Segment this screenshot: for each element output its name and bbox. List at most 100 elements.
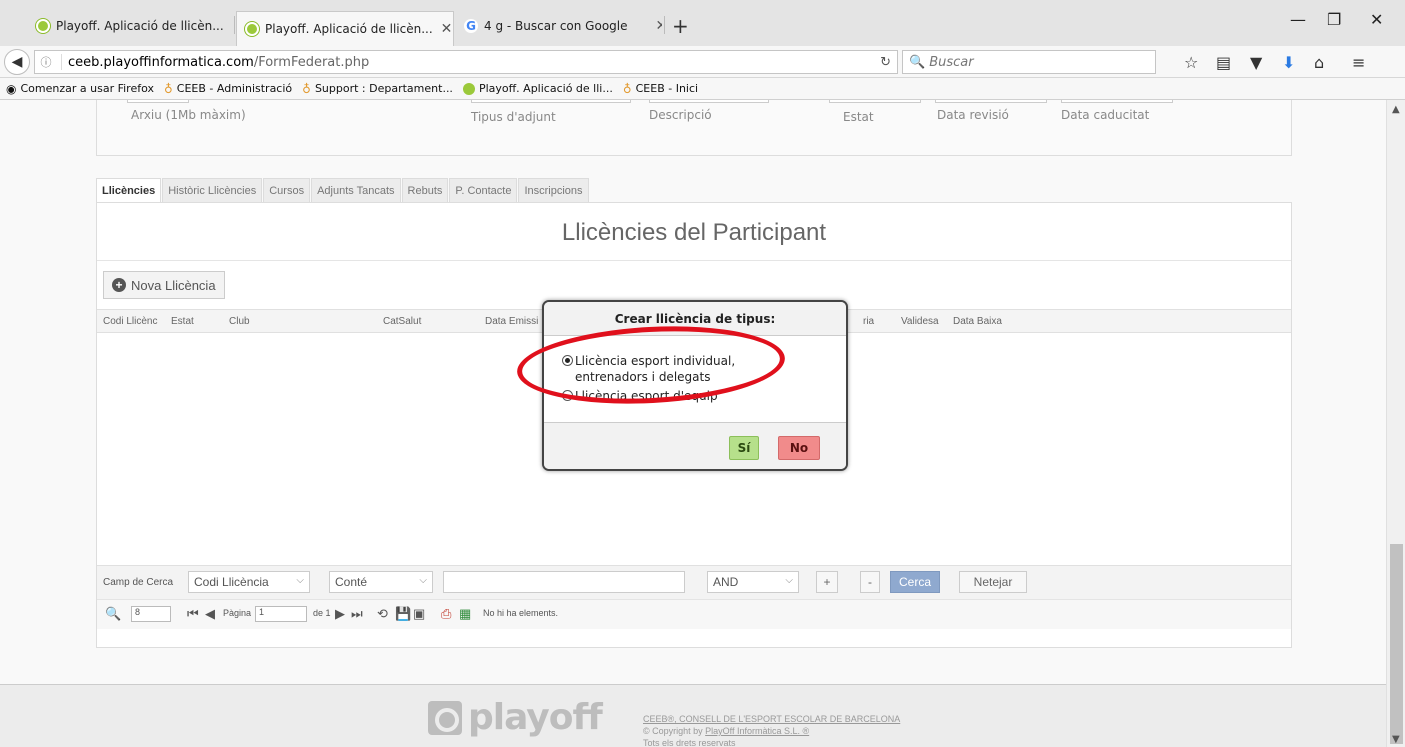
page-number-input[interactable]: 1 <box>255 606 307 622</box>
browser-tab-3[interactable]: G 4 g - Buscar con Google ✕ <box>456 13 662 39</box>
playoff-icon <box>245 22 259 36</box>
bookmark-item[interactable]: ◉ Comenzar a usar Firefox <box>6 82 154 96</box>
bookmarks-bar: ◉ Comenzar a usar Firefox ♁ CEEB - Adminis… <box>0 78 1405 100</box>
chevron-down-icon: ⌵ <box>419 575 427 586</box>
search-button[interactable]: Cerca <box>890 571 940 593</box>
search-input[interactable]: 🔍 Buscar <box>902 50 1156 74</box>
radio-unchecked[interactable] <box>562 390 573 401</box>
url-bar[interactable]: ⓘ ceeb.playoffinformatica.com /FormFeder… <box>34 50 898 74</box>
playoff-logo-icon <box>428 700 462 735</box>
next-page-icon[interactable]: ▶ <box>335 606 345 622</box>
column-header[interactable]: Validesa <box>901 316 939 327</box>
search-operator-select[interactable]: Conté ⌵ <box>329 571 433 593</box>
delete-save-icon[interactable]: ▣ <box>413 606 425 622</box>
bookmark-item[interactable]: ♁ CEEB - Administració <box>164 82 292 96</box>
close-icon[interactable]: ✕ <box>656 18 663 34</box>
footer-playoff-link[interactable]: PlayOff Informàtica S.L. ® <box>705 726 809 736</box>
search-field-select[interactable]: Codi Llicència ⌵ <box>188 571 310 593</box>
bookmark-item[interactable]: ♁ CEEB - Inici <box>623 82 698 96</box>
playoff-icon <box>36 19 50 33</box>
new-tab-icon[interactable]: + <box>672 14 689 38</box>
column-header[interactable]: CatSalut <box>383 316 421 327</box>
pager-status: No hi ha elements. <box>483 608 559 618</box>
scroll-thumb[interactable] <box>1390 544 1403 744</box>
prev-page-icon[interactable]: ◀ <box>205 606 215 622</box>
search-value-input[interactable] <box>443 571 685 593</box>
page-content: Arxiu (1Mb màxim) Tipus d'adjunt Descrip… <box>0 100 1386 747</box>
flame-icon: ♁ <box>302 81 311 96</box>
status-label: Estat <box>843 110 874 124</box>
info-icon[interactable]: ⓘ <box>37 54 55 70</box>
review-date-field[interactable] <box>935 100 1047 103</box>
footer-ceeb-link[interactable]: CEEB®, CONSELL DE L'ESPORT ESCOLAR DE BA… <box>643 713 900 725</box>
column-header[interactable]: Estat <box>171 316 194 327</box>
radio-checked[interactable] <box>562 355 573 366</box>
last-page-icon[interactable]: ⏭ <box>351 606 363 622</box>
tab-licences[interactable]: Llicències <box>96 178 162 202</box>
scroll-up-icon[interactable]: ▲ <box>1392 104 1400 115</box>
browser-tab-1[interactable]: Playoff. Aplicació de llicèn... ✕ <box>28 13 232 39</box>
close-icon[interactable]: ✕ <box>441 21 453 37</box>
window-close-icon[interactable]: ✕ <box>1370 10 1383 29</box>
search-icon[interactable]: 🔍 <box>105 606 121 622</box>
tab-closed-attachments[interactable]: Adjunts Tancats <box>311 178 401 202</box>
no-button[interactable]: No <box>778 436 820 460</box>
search-field-label: Camp de Cerca <box>103 577 174 588</box>
new-licence-button[interactable]: + Nova Llicència <box>103 271 225 299</box>
column-header[interactable]: Data Emissi <box>485 316 538 327</box>
pager: 🔍 8 ⏮ ◀ Pàgina 1 de 1 ▶ ⏭ ⟲ 💾 ▣ ⎙ ▦ No h… <box>97 599 1291 629</box>
description-field[interactable] <box>649 100 769 103</box>
refresh-icon[interactable]: ⟲ <box>377 606 388 622</box>
save-icon[interactable]: 💾 <box>395 606 411 622</box>
excel-icon[interactable]: ▦ <box>459 606 471 622</box>
minimize-icon[interactable]: — <box>1290 10 1306 29</box>
tab-registrations[interactable]: Inscripcions <box>518 178 589 202</box>
reload-icon[interactable]: ↻ <box>880 55 891 70</box>
browser-tab-2[interactable]: Playoff. Aplicació de llicèn... ✕ <box>236 11 454 46</box>
page-scrollbar[interactable]: ▲ ▼ <box>1386 100 1405 747</box>
file-field[interactable] <box>127 100 189 103</box>
bookmark-star-icon[interactable]: ☆ <box>1184 53 1198 72</box>
expiry-date-field[interactable] <box>1061 100 1173 103</box>
column-header[interactable]: Codi Llicènc <box>103 316 157 327</box>
participant-tabs: Llicències Històric Llicències Cursos Ad… <box>96 178 590 202</box>
page-total: de 1 <box>313 608 331 618</box>
clear-button[interactable]: Netejar <box>959 571 1027 593</box>
page-size-select[interactable]: 8 <box>131 606 171 622</box>
pocket-icon[interactable]: ▼ <box>1250 53 1262 72</box>
tab-licence-history[interactable]: Històric Llicències <box>162 178 263 202</box>
first-page-icon[interactable]: ⏮ <box>187 606 199 622</box>
add-condition-button[interactable]: + <box>816 571 838 593</box>
pdf-icon[interactable]: ⎙ <box>441 606 451 622</box>
column-header[interactable]: ria <box>863 316 874 327</box>
url-host: ceeb.playoffinformatica.com <box>68 54 254 70</box>
tab-receipts[interactable]: Rebuts <box>401 178 449 202</box>
page-footer: playoff CEEB®, CONSELL DE L'ESPORT ESCOL… <box>0 685 1386 747</box>
yes-button[interactable]: Sí <box>729 436 759 460</box>
bookmark-item[interactable]: ♁ Support : Departament... <box>302 82 453 96</box>
dialog-body: Llicència esport individual, entrenadors… <box>544 336 846 422</box>
firefox-icon: ◉ <box>6 81 17 96</box>
back-arrow-icon[interactable]: ◀ <box>4 49 30 75</box>
search-logic-select[interactable]: AND ⌵ <box>707 571 799 593</box>
scroll-down-icon[interactable]: ▼ <box>1392 734 1400 745</box>
restore-icon[interactable]: ❐ <box>1327 10 1341 29</box>
attach-type-select[interactable] <box>471 100 631 103</box>
reading-list-icon[interactable]: ▤ <box>1216 53 1231 72</box>
remove-condition-button[interactable]: - <box>860 571 880 593</box>
download-icon[interactable]: ⬇ <box>1282 53 1295 72</box>
tab-contact[interactable]: P. Contacte <box>449 178 518 202</box>
bookmark-item[interactable]: Playoff. Aplicació de lli... <box>462 82 613 95</box>
team-licence-option[interactable]: Llicència esport d'equip <box>562 388 718 404</box>
home-icon[interactable]: ⌂ <box>1314 53 1324 72</box>
tab-courses[interactable]: Cursos <box>263 178 311 202</box>
status-select[interactable] <box>829 100 921 103</box>
browser-tab-bar: Playoff. Aplicació de llicèn... ✕ Playof… <box>0 0 1405 46</box>
tab-title: Playoff. Aplicació de llicèn... <box>265 22 433 36</box>
menu-icon[interactable]: ≡ <box>1352 53 1365 72</box>
individual-licence-option[interactable]: Llicència esport individual, entrenadors… <box>562 353 782 385</box>
playoff-logo: playoff <box>428 697 603 738</box>
column-header[interactable]: Club <box>229 316 250 327</box>
create-licence-dialog: Crear llicència de tipus: Llicència espo… <box>542 300 848 471</box>
column-header[interactable]: Data Baixa <box>953 316 1002 327</box>
